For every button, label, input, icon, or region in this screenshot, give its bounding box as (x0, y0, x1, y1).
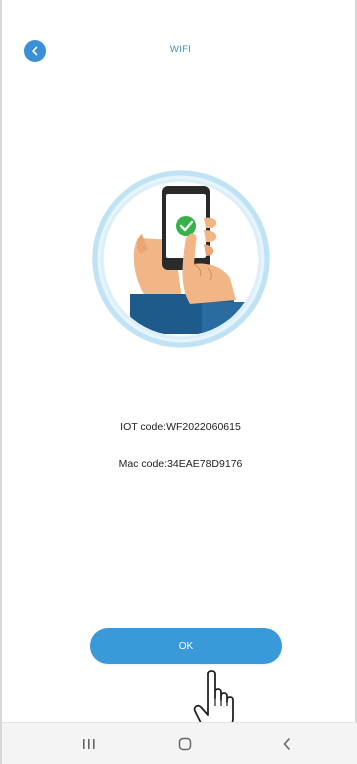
ok-button[interactable]: OK (90, 628, 282, 664)
home-button[interactable] (170, 735, 200, 753)
nav-back-button[interactable] (272, 735, 302, 753)
system-nav-bar (2, 722, 357, 764)
back-icon (283, 738, 290, 750)
ok-button-label: OK (178, 640, 194, 652)
iot-code-text: IOT code:WF2022060615 (120, 421, 241, 433)
recent-apps-button[interactable] (74, 735, 104, 753)
phone-check-illustration (90, 168, 272, 350)
app-screen: WIFI IOT code:WF2022060615 Mac code:34EA… (0, 0, 357, 764)
page-title: WIFI (169, 44, 192, 55)
header: WIFI (2, 30, 357, 70)
mac-code-text: Mac code:34EAE78D9176 (118, 458, 243, 470)
home-icon (178, 737, 192, 751)
recent-apps-icon (83, 739, 95, 749)
